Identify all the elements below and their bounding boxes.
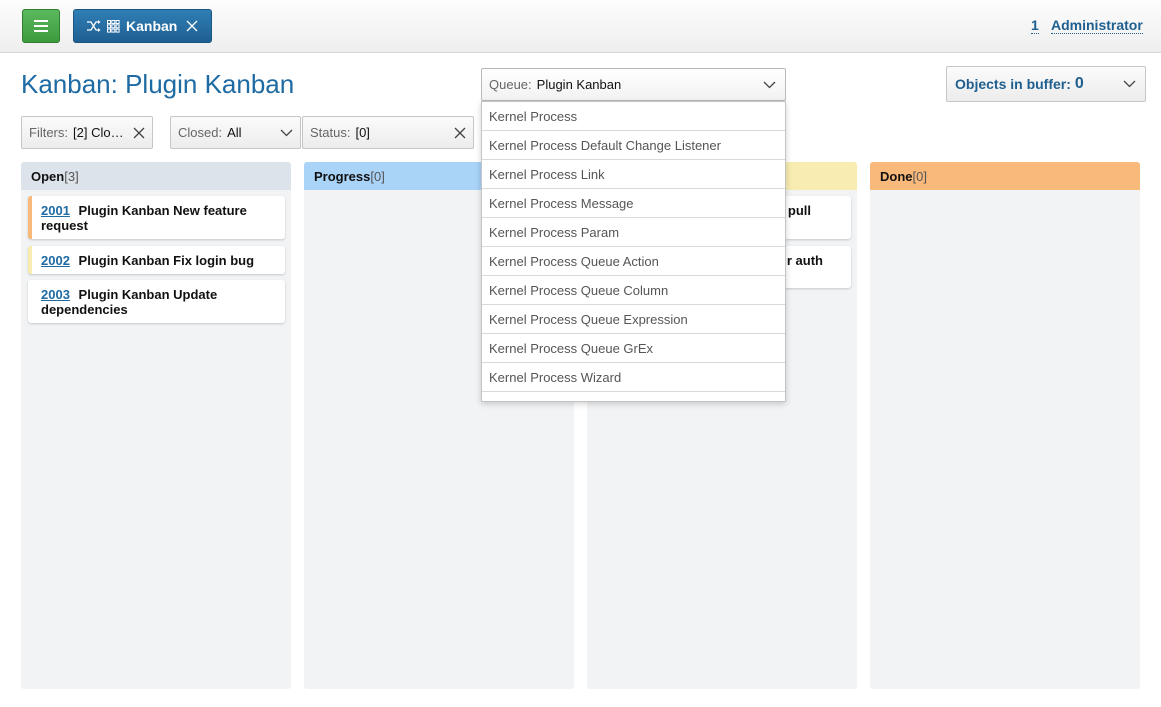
card-title: r auth (786, 253, 823, 268)
kanban-column-done: Done [0] (870, 162, 1140, 689)
filters-filter[interactable]: Filters: [2] Clo… (21, 116, 153, 149)
column-count: [0] (370, 168, 385, 184)
column-count: [0] (912, 168, 927, 184)
column-header: Open [3] (21, 162, 291, 190)
chevron-down-icon (763, 81, 776, 89)
column-title: Progress (314, 168, 371, 184)
queue-option[interactable]: Kernel Process Queue Action (482, 247, 785, 276)
tab-kanban-label: Kanban (126, 18, 178, 34)
column-title: Open (31, 168, 65, 184)
chevron-down-icon (1123, 80, 1136, 88)
main-menu-button[interactable] (22, 9, 60, 43)
kanban-card[interactable]: 2002 Plugin Kanban Fix login bug (28, 246, 285, 274)
hamburger-icon (34, 20, 48, 32)
queue-option[interactable]: Kernel Process Queue Expression (482, 305, 785, 334)
buffer-count: 0 (1074, 75, 1084, 92)
queue-option[interactable]: Kernel Process Param (482, 218, 785, 247)
tab-kanban[interactable]: Kanban (73, 9, 212, 43)
queue-select[interactable]: Queue: Plugin Kanban (481, 68, 786, 101)
kanban-card[interactable]: 2003 Plugin Kanban Update dependencies (28, 280, 285, 323)
queue-option[interactable]: Kernel Process (482, 102, 785, 131)
close-icon[interactable] (186, 20, 198, 32)
queue-option[interactable]: Kernel Process Queue GrEx (482, 334, 785, 363)
clear-filter-icon[interactable] (454, 127, 466, 139)
queue-dropdown-menu[interactable]: Kernel Process Kernel Process Default Ch… (481, 101, 786, 402)
buffer-label: Objects in buffer: (955, 76, 1071, 92)
kanban-card[interactable]: 2001 Plugin Kanban New feature request (28, 196, 285, 239)
shuffle-icon (87, 20, 101, 32)
grid-icon (107, 19, 120, 33)
closed-filter[interactable]: Closed: All (170, 116, 301, 149)
ticket-number-link[interactable]: 2002 (41, 253, 70, 268)
column-count: [3] (64, 168, 79, 184)
queue-option[interactable]: Kernel Process Message (482, 189, 785, 218)
user-menu-link[interactable]: Administrator (1051, 17, 1143, 34)
clear-filter-icon[interactable] (133, 127, 145, 139)
card-title: Plugin Kanban Fix login bug (78, 253, 255, 268)
card-title: Plugin Kanban New feature request (41, 203, 247, 233)
user-count[interactable]: 1 (1031, 17, 1039, 34)
queue-select-label: Queue: (489, 77, 532, 92)
filter-label: Closed: (178, 125, 223, 140)
filter-label: Filters: (29, 125, 68, 140)
filter-value: [2] Clo… (73, 125, 124, 140)
objects-in-buffer-button[interactable]: Objects in buffer: 0 (946, 66, 1146, 102)
filter-label: Status: (310, 125, 351, 140)
filter-value: [0] (355, 125, 370, 140)
status-filter[interactable]: Status: [0] (302, 116, 474, 149)
queue-option[interactable]: Kernel Process Queue Column (482, 276, 785, 305)
queue-option[interactable]: Kernel Process Link (482, 160, 785, 189)
column-title: Done (880, 168, 913, 184)
ticket-number-link[interactable]: 2001 (41, 203, 70, 218)
ticket-number-link[interactable]: 2003 (41, 287, 70, 302)
column-header: Done [0] (870, 162, 1140, 190)
chevron-down-icon (280, 129, 293, 137)
page-title: Kanban: Plugin Kanban (21, 69, 295, 99)
card-title: pull (787, 203, 811, 218)
top-bar: Kanban 1 Administrator (0, 0, 1161, 53)
queue-option[interactable]: Kernel Process Default Change Listener (482, 131, 785, 160)
queue-option[interactable]: Kernel Process Wizard (482, 363, 785, 392)
queue-select-value: Plugin Kanban (536, 77, 622, 92)
kanban-column-open: Open [3] 2001 Plugin Kanban New feature r… (21, 162, 291, 689)
filter-value: All (227, 125, 242, 140)
